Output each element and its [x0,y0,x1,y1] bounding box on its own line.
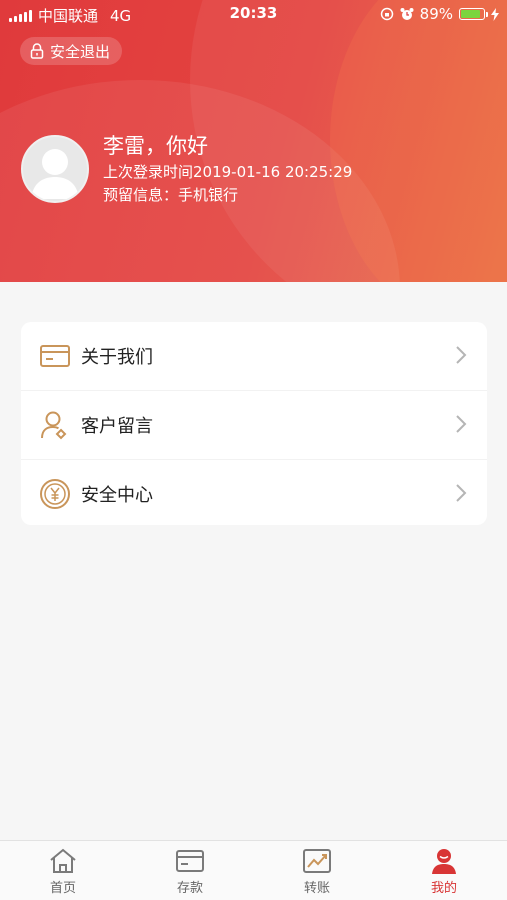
reserved-info: 预留信息：手机银行 [103,186,239,204]
last-login-time: 上次登录时间2019-01-16 20:25:29 [103,163,353,181]
chart-icon [303,849,331,873]
user-edit-icon [41,411,67,440]
tab-home[interactable]: 首页 [23,847,103,899]
tab-label: 转账 [303,881,330,896]
greeting-text: 李雷，你好 [103,134,208,158]
chevron-right-icon [456,346,467,364]
avatar[interactable] [21,135,89,203]
status-bar: 中国联通 4G 20:33 89% [0,0,507,28]
tab-label: 存款 [176,881,203,896]
tab-transfer[interactable]: 转账 [277,847,357,899]
logout-label: 安全退出 [50,42,111,61]
charging-icon [491,7,499,21]
menu-item-customer-message[interactable]: 客户留言 [21,390,487,459]
default-avatar-icon [31,149,79,199]
profile-header: 中国联通 4G 20:33 89% 安全退出 李雷，你好 上次登录时间2019-… [0,0,507,282]
menu-list: 关于我们 客户留言 安全中心 [21,322,487,525]
menu-item-label: 安全中心 [81,485,153,506]
logout-button[interactable]: 安全退出 [20,37,123,65]
chevron-right-icon [456,484,467,502]
menu-item-security-center[interactable]: 安全中心 [21,459,487,528]
lock-icon [30,43,44,59]
tab-deposit[interactable]: 存款 [150,847,230,899]
battery-percent: 89% [419,5,453,23]
tab-label: 首页 [49,881,76,896]
card-icon [40,345,70,367]
alarm-icon [400,8,414,20]
battery-level [461,10,481,18]
header-decoration [330,0,507,282]
chevron-right-icon [456,415,467,433]
rotation-lock-icon [380,7,393,21]
tab-bar: 首页 存款 转账 我的 [0,840,507,900]
battery-icon [459,8,488,20]
tab-label: 我的 [430,881,457,896]
card-icon [176,850,204,872]
tab-mine[interactable]: 我的 [404,847,484,899]
menu-item-about-us[interactable]: 关于我们 [21,322,487,390]
home-icon [50,848,76,873]
menu-item-label: 关于我们 [81,347,153,368]
user-icon [432,849,456,874]
menu-item-label: 客户留言 [81,416,153,437]
yen-coin-icon [40,479,70,509]
